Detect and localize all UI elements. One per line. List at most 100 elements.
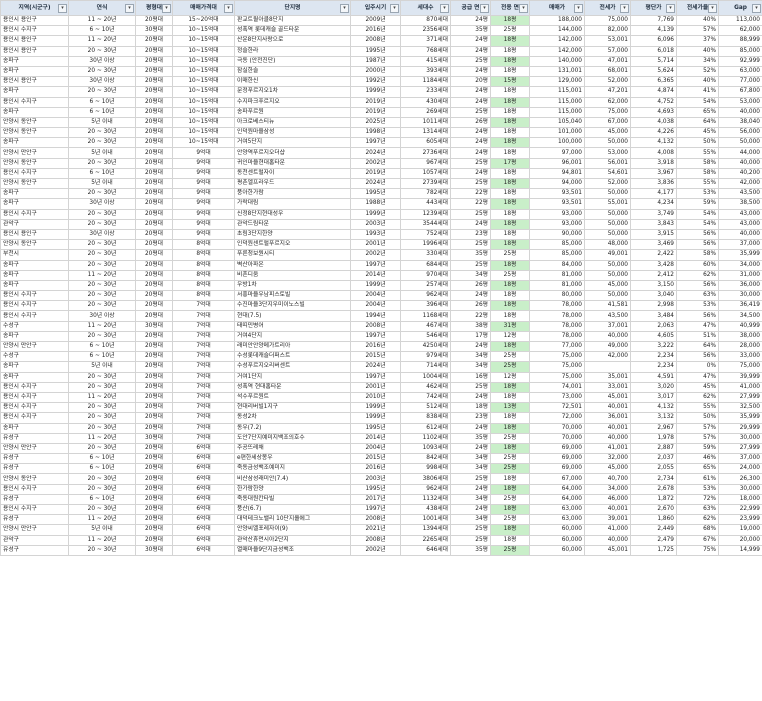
- cell-supply-area[interactable]: 34평: [450, 453, 491, 465]
- cell-age[interactable]: 30년 이상: [68, 76, 136, 88]
- cell-jeonse-price[interactable]: 55,001: [584, 198, 631, 210]
- cell-age[interactable]: 6 ~ 10년: [68, 351, 136, 363]
- cell-gap[interactable]: 40,000: [718, 157, 762, 169]
- table-row[interactable]: 용인시 용인구 11 ~ 20년 20평대 10~15억대 산운8단지사랑으로 2008년…: [0, 35, 762, 47]
- table-row[interactable]: 송파구 20 ~ 30년 20평대 8억대 우방1차 1999년 257세대 26평 18평 81…: [0, 279, 762, 292]
- table-row[interactable]: 송파구 20 ~ 30년 20평대 10~15억대 거여5단지 1997년 605세대 24평…: [0, 137, 762, 149]
- cell-supply-area[interactable]: 26평: [450, 116, 491, 129]
- cell-jeonse-ratio[interactable]: 53%: [676, 188, 719, 200]
- cell-supply-area[interactable]: 35평: [450, 249, 491, 261]
- cell-region[interactable]: 송파구: [0, 330, 69, 343]
- cell-region[interactable]: 용인시 수지구: [0, 290, 69, 302]
- cell-gap[interactable]: 34,500: [718, 310, 762, 322]
- cell-gap[interactable]: 27,999: [718, 391, 762, 404]
- filter-dropdown-icon[interactable]: ▾: [440, 4, 449, 13]
- cell-move-in[interactable]: 2004년: [350, 300, 401, 312]
- cell-gap[interactable]: 85,000: [718, 45, 762, 57]
- filter-dropdown-icon[interactable]: ▾: [224, 4, 233, 13]
- cell-size-band[interactable]: 20평대: [135, 55, 173, 67]
- cell-jeonse-price[interactable]: 68,001: [584, 65, 631, 78]
- cell-price-per-pyeong[interactable]: 4,605: [630, 330, 677, 343]
- cell-exclusive-area[interactable]: 18평: [490, 259, 530, 271]
- cell-households[interactable]: 2356세대: [400, 25, 451, 37]
- cell-exclusive-area[interactable]: 25평: [490, 432, 530, 444]
- cell-jeonse-price[interactable]: 52,000: [584, 76, 631, 88]
- cell-households[interactable]: 415세대: [400, 55, 451, 67]
- cell-size-band[interactable]: 20평대: [135, 534, 173, 546]
- cell-complex-name[interactable]: 대덕테크노밸리 10단지올에그: [234, 514, 351, 526]
- cell-price-band[interactable]: 6억대: [172, 503, 235, 516]
- filter-dropdown-icon[interactable]: ▾: [708, 4, 717, 13]
- cell-gap[interactable]: 26,300: [718, 473, 762, 485]
- cell-region[interactable]: 유성구: [0, 453, 69, 465]
- cell-price-per-pyeong[interactable]: 4,226: [630, 127, 677, 139]
- cell-supply-area[interactable]: 38평: [450, 320, 491, 332]
- cell-exclusive-area[interactable]: 25평: [490, 544, 530, 556]
- cell-age[interactable]: 11 ~ 20년: [68, 534, 136, 546]
- cell-age[interactable]: 5년 이내: [68, 524, 136, 536]
- cell-sale-price[interactable]: 81,000: [529, 279, 585, 292]
- cell-price-per-pyeong[interactable]: 2,678: [630, 483, 677, 495]
- cell-households[interactable]: 1184세대: [400, 76, 451, 88]
- cell-jeonse-price[interactable]: 50,000: [584, 137, 631, 149]
- cell-households[interactable]: 512세대: [400, 402, 451, 414]
- cell-price-band[interactable]: 6억대: [172, 514, 235, 526]
- cell-price-per-pyeong[interactable]: 3,967: [630, 167, 677, 180]
- cell-sale-price[interactable]: 188,000: [529, 14, 585, 27]
- cell-jeonse-price[interactable]: 35,001: [584, 371, 631, 383]
- cell-exclusive-area[interactable]: 25평: [490, 269, 530, 281]
- cell-gap[interactable]: 113,000: [718, 14, 762, 27]
- cell-jeonse-ratio[interactable]: 45%: [676, 381, 719, 393]
- filter-dropdown-icon[interactable]: ▾: [574, 4, 583, 13]
- cell-complex-name[interactable]: 동성2차: [234, 412, 351, 424]
- cell-price-per-pyeong[interactable]: 3,428: [630, 259, 677, 271]
- cell-size-band[interactable]: 20평대: [135, 86, 173, 98]
- cell-sale-price[interactable]: 144,000: [529, 25, 585, 37]
- cell-move-in[interactable]: 1999년: [350, 279, 401, 292]
- cell-price-per-pyeong[interactable]: 2,887: [630, 442, 677, 455]
- cell-age[interactable]: 11 ~ 20년: [68, 432, 136, 444]
- cell-gap[interactable]: 38,040: [718, 116, 762, 129]
- cell-gap[interactable]: 27,999: [718, 442, 762, 455]
- cell-exclusive-area[interactable]: 18평: [490, 167, 530, 180]
- cell-gap[interactable]: 14,999: [718, 544, 762, 556]
- cell-region[interactable]: 유성구: [0, 432, 69, 444]
- cell-region[interactable]: 용인시 수지구: [0, 25, 69, 37]
- cell-age[interactable]: 20 ~ 30년: [68, 239, 136, 251]
- cell-supply-area[interactable]: 25평: [450, 106, 491, 118]
- cell-jeonse-ratio[interactable]: 67%: [676, 534, 719, 546]
- header-sale-price[interactable]: 매매가 ▾: [529, 0, 585, 16]
- cell-jeonse-ratio[interactable]: 50%: [676, 412, 719, 424]
- cell-region[interactable]: 안양시 동안구: [0, 177, 69, 190]
- cell-sale-price[interactable]: 97,000: [529, 147, 585, 159]
- cell-region[interactable]: 용인시 수지구: [0, 381, 69, 393]
- cell-exclusive-area[interactable]: 18평: [490, 412, 530, 424]
- cell-gap[interactable]: 67,800: [718, 86, 762, 98]
- cell-sale-price[interactable]: 115,000: [529, 106, 585, 118]
- cell-households[interactable]: 1093세대: [400, 442, 451, 455]
- cell-region[interactable]: 송파구: [0, 371, 69, 383]
- cell-supply-area[interactable]: 24평: [450, 45, 491, 57]
- cell-price-per-pyeong[interactable]: 3,915: [630, 228, 677, 241]
- cell-households[interactable]: 684세대: [400, 259, 451, 271]
- cell-size-band[interactable]: 20평대: [135, 381, 173, 393]
- cell-supply-area[interactable]: 25평: [450, 239, 491, 251]
- cell-sale-price[interactable]: 93,000: [529, 208, 585, 220]
- cell-region[interactable]: 유성구: [0, 544, 69, 556]
- table-row[interactable]: 유성구 6 ~ 10년 20평대 6억대 죽동금성백조예미지 2016년 998세대 34평 2…: [0, 463, 762, 475]
- cell-region[interactable]: 송파구: [0, 269, 69, 281]
- cell-gap[interactable]: 41,000: [718, 381, 762, 393]
- cell-supply-area[interactable]: 24평: [450, 340, 491, 353]
- cell-exclusive-area[interactable]: 18평: [490, 483, 530, 495]
- cell-move-in[interactable]: 2024년: [350, 147, 401, 159]
- cell-households[interactable]: 1132세대: [400, 493, 451, 506]
- cell-complex-name[interactable]: 현대(7.5): [234, 310, 351, 322]
- header-gap[interactable]: Gap ▾: [718, 0, 762, 16]
- cell-region[interactable]: 용인시 수지구: [0, 391, 69, 404]
- cell-size-band[interactable]: 20평대: [135, 493, 173, 506]
- cell-complex-name[interactable]: 성폭역 현대홈타운: [234, 381, 351, 393]
- cell-complex-name[interactable]: 인덕원센트럴푸르지오: [234, 239, 351, 251]
- cell-region[interactable]: 수성구: [0, 320, 69, 332]
- cell-sale-price[interactable]: 81,000: [529, 269, 585, 281]
- cell-households[interactable]: 742세대: [400, 391, 451, 404]
